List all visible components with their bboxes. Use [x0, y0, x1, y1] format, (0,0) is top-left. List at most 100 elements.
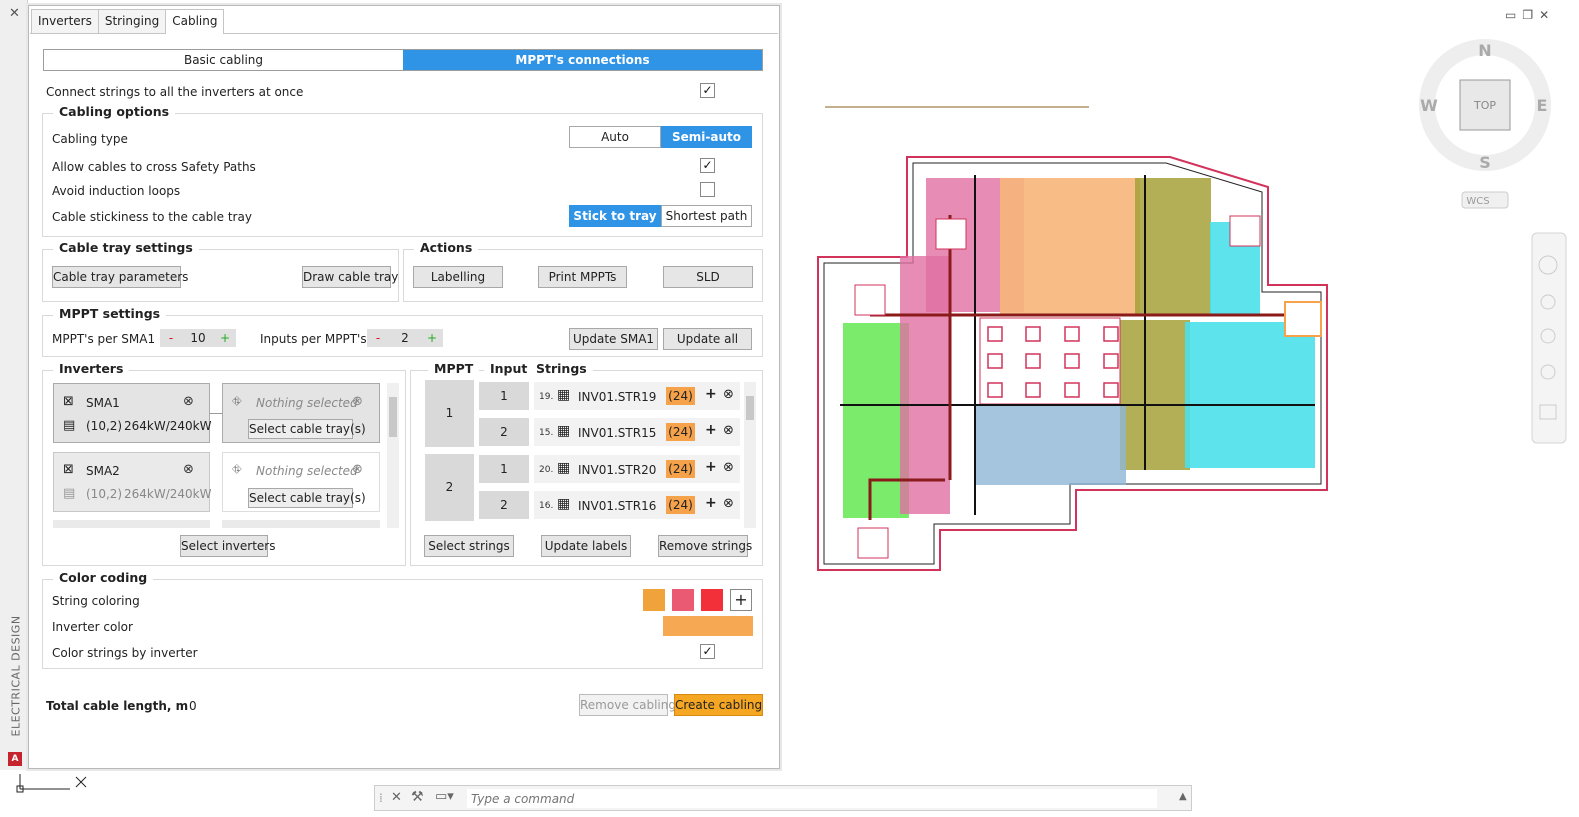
remove-string-icon[interactable]: ⊗ — [723, 496, 734, 511]
compass-north[interactable]: N — [1478, 41, 1491, 60]
recent-commands-icon[interactable]: ▭▾ — [435, 789, 454, 804]
create-cabling-button[interactable]: Create cabling — [674, 694, 763, 716]
increment-button[interactable]: + — [421, 331, 443, 345]
command-history-icon[interactable]: ▲ — [1179, 791, 1187, 802]
customize-wrench-icon[interactable]: ⚒ — [411, 789, 424, 805]
inputs-per-mppt-label: Inputs per MPPT's — [260, 332, 367, 346]
mppt-per-sma-stepper[interactable]: - 10 + — [160, 329, 236, 347]
navigation-bar — [1531, 232, 1567, 444]
remove-string-icon[interactable]: ⊗ — [723, 460, 734, 475]
inverter-card-sma1[interactable] — [53, 383, 210, 443]
mppt-connections-tab[interactable]: MPPT's connections — [403, 50, 762, 70]
strings-scrollbar[interactable] — [744, 382, 756, 528]
inverter-spec: (10,2) — [86, 419, 123, 433]
input-cell: 1 — [479, 455, 529, 483]
mppt-cell: 1 — [425, 380, 474, 447]
input-column-header: Input — [484, 361, 534, 376]
minimize-icon[interactable]: ▭ — [1505, 8, 1522, 22]
remove-inverter-icon[interactable]: ⊗ — [183, 394, 194, 409]
viewcube-top-label[interactable]: TOP — [1473, 99, 1496, 112]
site-layout[interactable] — [817, 156, 1328, 571]
select-strings-button[interactable]: Select strings — [424, 535, 514, 557]
select-inverters-button[interactable]: Select inverters — [180, 535, 275, 557]
tab-divider — [30, 33, 778, 34]
add-color-button[interactable]: + — [730, 589, 752, 611]
cable-tray-parameters-button[interactable]: Cable tray parameters — [52, 266, 188, 288]
mppt-cell: 2 — [425, 454, 474, 521]
palette-close-icon[interactable]: ✕ — [9, 6, 20, 21]
inputs-per-mppt-value[interactable]: 2 — [389, 331, 421, 345]
induction-loops-checkbox[interactable] — [700, 182, 715, 197]
auto-option[interactable]: Auto — [569, 126, 661, 148]
inverter-color-label: Inverter color — [52, 620, 133, 634]
connect-all-checkbox[interactable]: ✓ — [700, 83, 715, 98]
decrement-button[interactable]: - — [160, 331, 182, 345]
command-input[interactable] — [467, 789, 1157, 808]
compass-east[interactable]: E — [1537, 96, 1548, 115]
inverter-color-picker[interactable] — [663, 616, 753, 636]
total-cable-length-label: Total cable length, m — [46, 699, 189, 713]
inverter-type-icon: ▤ — [63, 486, 76, 501]
basic-cabling-tab[interactable]: Basic cabling — [44, 50, 403, 70]
semi-auto-option[interactable]: Semi-auto — [661, 126, 752, 148]
color-swatch[interactable] — [643, 589, 665, 611]
color-swatch[interactable] — [701, 589, 723, 611]
inverter-card-partial — [53, 520, 210, 528]
remove-string-icon[interactable]: ⊗ — [723, 387, 734, 402]
select-cable-tray-button[interactable]: Select cable tray(s) — [248, 488, 366, 508]
wcs-label[interactable]: WCS — [1466, 196, 1489, 207]
clear-tray-icon[interactable]: ⊗ — [352, 462, 363, 477]
draw-cable-tray-button[interactable]: Draw cable tray — [302, 266, 398, 288]
add-string-icon[interactable]: + — [705, 422, 717, 438]
inverter-name: SMA1 — [86, 396, 120, 410]
tab-inverters[interactable]: Inverters — [31, 9, 99, 33]
tab-cabling[interactable]: Cabling — [165, 9, 225, 34]
update-sma1-button[interactable]: Update SMA1 — [569, 328, 658, 350]
induction-loops-label: Avoid induction loops — [52, 184, 181, 198]
add-string-icon[interactable]: + — [705, 495, 717, 511]
close-window-icon[interactable]: ✕ — [1539, 8, 1555, 22]
inputs-per-mppt-stepper[interactable]: - 2 + — [367, 329, 443, 347]
color-by-inverter-checkbox[interactable]: ✓ — [700, 644, 715, 659]
cross-safety-checkbox[interactable]: ✓ — [700, 158, 715, 173]
string-index: 20. — [539, 465, 554, 475]
clear-tray-icon[interactable]: ⊗ — [352, 394, 363, 409]
remove-cabling-button[interactable]: Remove cabling — [579, 694, 676, 716]
cable-tray-settings-title: Cable tray settings — [53, 240, 199, 255]
select-cable-tray-button[interactable]: Select cable tray(s) — [248, 419, 366, 439]
stick-to-tray-option[interactable]: Stick to tray — [569, 205, 661, 227]
compass-west[interactable]: W — [1420, 96, 1438, 115]
close-command-icon[interactable]: ✕ — [391, 790, 402, 805]
tray-card-partial — [222, 520, 380, 528]
remove-string-icon[interactable]: ⊗ — [723, 423, 734, 438]
increment-button[interactable]: + — [214, 331, 236, 345]
inverters-scrollbar[interactable] — [387, 383, 399, 528]
print-mppts-button[interactable]: Print MPPTs — [538, 266, 627, 288]
add-string-icon[interactable]: + — [705, 459, 717, 475]
update-labels-button[interactable]: Update labels — [541, 535, 631, 557]
inverters-title: Inverters — [53, 361, 130, 376]
decrement-button[interactable]: - — [367, 331, 389, 345]
color-by-inverter-label: Color strings by inverter — [52, 646, 198, 660]
remove-strings-button[interactable]: Remove strings — [658, 535, 752, 557]
input-cell: 1 — [479, 382, 529, 410]
mppt-per-sma-value[interactable]: 10 — [182, 331, 214, 345]
grip-icon[interactable]: ⁞ — [379, 791, 383, 805]
input-cell: 2 — [479, 418, 529, 446]
cross-safety-label: Allow cables to cross Safety Paths — [52, 160, 256, 174]
string-name: INV01.STR16 — [578, 499, 657, 513]
drawing-canvas[interactable]: TOP N S E W WCS — [780, 0, 1579, 790]
update-all-button[interactable]: Update all — [663, 328, 752, 350]
remove-inverter-icon[interactable]: ⊗ — [183, 462, 194, 477]
color-swatch[interactable] — [672, 589, 694, 611]
compass-south[interactable]: S — [1479, 153, 1491, 172]
add-string-icon[interactable]: + — [705, 386, 717, 402]
shortest-path-option[interactable]: Shortest path — [661, 205, 752, 227]
actions-title: Actions — [414, 240, 479, 255]
restore-icon[interactable]: ❐ — [1522, 8, 1539, 22]
tab-stringing[interactable]: Stringing — [97, 9, 167, 33]
sld-button[interactable]: SLD — [663, 266, 753, 288]
app-logo-icon[interactable]: A — [8, 752, 22, 766]
labelling-button[interactable]: Labelling — [413, 266, 503, 288]
inverter-card-sma2[interactable] — [53, 452, 210, 512]
